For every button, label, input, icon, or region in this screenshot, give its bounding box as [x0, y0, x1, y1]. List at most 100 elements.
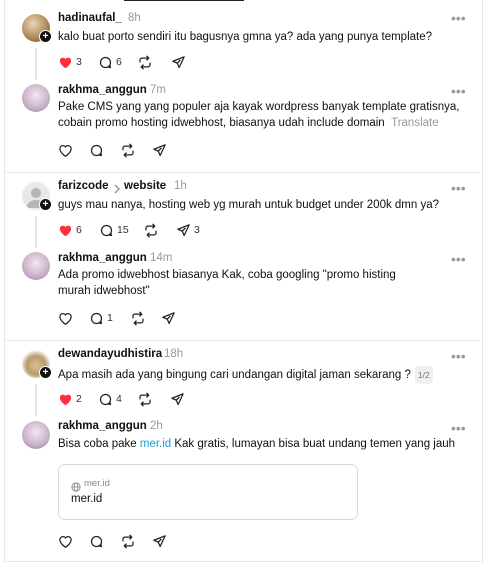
more-icon[interactable]: ••• — [451, 252, 466, 266]
topic-tag[interactable]: website — [124, 180, 166, 192]
timestamp: 8h — [128, 12, 141, 24]
repost-button[interactable] — [143, 222, 159, 238]
comment-icon — [99, 393, 112, 405]
avatar[interactable] — [22, 421, 50, 449]
username[interactable]: rakhma_anggun — [58, 252, 147, 264]
more-icon[interactable]: ••• — [451, 349, 466, 363]
post-text-content: Apa masih ada yang bingung cari undangan… — [58, 369, 411, 382]
username[interactable]: dewandayudhistira — [58, 348, 162, 360]
avatar[interactable] — [22, 84, 50, 112]
reply-text-line: murah idwebhost" — [58, 285, 150, 297]
heart-icon — [59, 536, 72, 548]
repost-button[interactable] — [120, 533, 136, 549]
reply-text: Pake CMS yang yang populer aja kayak wor… — [58, 99, 463, 131]
repost-button[interactable] — [137, 54, 153, 70]
reply-text: Bisa coba pake mer.id Kak gratis, lumaya… — [58, 436, 468, 452]
reply-text-part: Kak gratis, lumayan bisa buat undang tem… — [171, 438, 456, 450]
comment-icon — [99, 56, 112, 68]
share-button[interactable] — [152, 533, 167, 549]
tab-indicator — [124, 0, 244, 1]
comment-button[interactable]: 1 — [89, 310, 113, 326]
comment-button[interactable]: 15 — [99, 222, 129, 238]
comment-icon — [90, 312, 103, 324]
share-button[interactable]: 3 — [176, 222, 200, 238]
share-icon — [171, 392, 184, 405]
timestamp: 1h — [174, 180, 187, 192]
repost-icon — [139, 392, 151, 406]
timestamp: 14m — [150, 252, 173, 264]
follow-plus-icon[interactable]: + — [39, 198, 52, 211]
more-icon[interactable]: ••• — [451, 181, 466, 195]
heart-icon — [59, 313, 72, 325]
username[interactable]: hadinaufal_ — [58, 12, 122, 24]
avatar[interactable] — [22, 252, 50, 280]
repost-button[interactable] — [130, 310, 146, 326]
divider — [5, 172, 481, 173]
like-button[interactable]: 3 — [58, 54, 82, 70]
share-button[interactable] — [161, 310, 176, 326]
like-button[interactable] — [58, 310, 73, 326]
share-icon — [177, 223, 190, 236]
share-count: 3 — [194, 224, 200, 236]
share-icon — [153, 534, 166, 547]
repost-button[interactable] — [120, 142, 136, 158]
mention-link[interactable]: mer.id — [140, 438, 171, 450]
heart-icon — [59, 145, 72, 157]
link-preview-card[interactable]: mer.id mer.id — [58, 464, 358, 520]
heart-icon — [59, 225, 72, 237]
like-count: 6 — [76, 224, 82, 236]
reply-text-line: Ada promo idwebhost biasanya Kak, coba g… — [58, 269, 396, 281]
comment-button[interactable] — [89, 142, 104, 158]
repost-icon — [132, 311, 144, 325]
comment-count: 15 — [117, 224, 129, 236]
heart-icon — [59, 57, 72, 69]
comment-button[interactable] — [89, 533, 104, 549]
share-icon — [153, 143, 166, 156]
timestamp: 7m — [150, 84, 166, 96]
comment-button[interactable]: 4 — [98, 391, 122, 407]
comment-icon — [90, 535, 103, 547]
translate-link[interactable]: Translate — [391, 117, 439, 129]
reply-text: Ada promo idwebhost biasanya Kak, coba g… — [58, 267, 438, 299]
timestamp: 2h — [150, 420, 163, 432]
more-icon[interactable]: ••• — [451, 421, 466, 435]
post-text: Apa masih ada yang bingung cari undangan… — [58, 366, 433, 384]
like-button[interactable]: 6 — [58, 222, 82, 238]
reply-text-part: Bisa coba pake — [58, 438, 140, 450]
post-text: guys mau nanya, hosting web yg murah unt… — [58, 199, 440, 211]
timestamp: 18h — [164, 348, 184, 360]
share-icon — [162, 311, 175, 324]
post-text: kalo buat porto sendiri itu bagusnya gmn… — [58, 31, 433, 43]
share-icon — [172, 55, 185, 68]
like-button[interactable] — [58, 142, 73, 158]
reply-text-line: cobain promo hosting idwebhost, biasanya… — [58, 117, 385, 129]
reply-text-line: Pake CMS yang yang populer aja kayak wor… — [58, 101, 460, 113]
divider — [5, 561, 481, 562]
like-button[interactable] — [58, 533, 73, 549]
comment-count: 4 — [116, 393, 122, 405]
card-title: mer.id — [71, 493, 103, 505]
like-button[interactable]: 2 — [58, 391, 82, 407]
more-icon[interactable]: ••• — [451, 11, 466, 25]
comment-button[interactable]: 6 — [98, 54, 122, 70]
like-count: 3 — [76, 56, 82, 68]
thread-line — [35, 384, 37, 416]
comment-icon — [100, 224, 113, 236]
repost-icon — [145, 223, 157, 237]
comment-count: 6 — [116, 56, 122, 68]
like-count: 2 — [76, 393, 82, 405]
more-icon[interactable]: ••• — [451, 84, 466, 98]
username[interactable]: farizcode — [58, 180, 109, 192]
follow-plus-icon[interactable]: + — [39, 30, 52, 43]
share-button[interactable] — [171, 54, 186, 70]
heart-icon — [59, 394, 72, 406]
thread-line — [35, 48, 37, 80]
thread-line — [35, 216, 37, 248]
username[interactable]: rakhma_anggun — [58, 420, 147, 432]
username[interactable]: rakhma_anggun — [58, 84, 147, 96]
share-button[interactable] — [170, 391, 185, 407]
follow-plus-icon[interactable]: + — [39, 366, 52, 379]
share-button[interactable] — [152, 142, 167, 158]
repost-button[interactable] — [137, 391, 153, 407]
card-domain: mer.id — [84, 478, 110, 489]
